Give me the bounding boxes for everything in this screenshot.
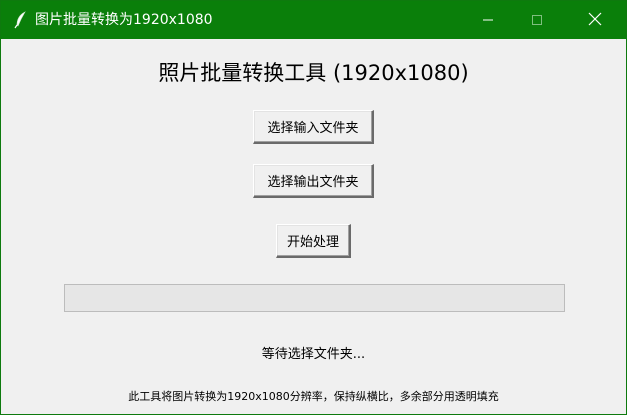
main-content: 照片批量转换工具 (1920x1080) 选择输入文件夹 选择输出文件夹 开始处… — [1, 39, 626, 414]
minimize-button[interactable] — [465, 1, 511, 39]
footer-note: 此工具将图片转换为1920x1080分辨率，保持纵横比，多余部分用透明填充 — [128, 390, 499, 403]
close-button[interactable] — [572, 1, 618, 39]
select-input-folder-button[interactable]: 选择输入文件夹 — [253, 110, 374, 144]
maximize-icon — [531, 11, 543, 30]
start-processing-button[interactable]: 开始处理 — [276, 224, 351, 258]
maximize-button[interactable] — [514, 1, 560, 39]
select-output-folder-button[interactable]: 选择输出文件夹 — [253, 164, 374, 198]
progress-bar — [64, 284, 565, 312]
window-title: 图片批量转换为1920x1080 — [35, 12, 213, 28]
close-icon — [588, 11, 602, 30]
app-heading: 照片批量转换工具 (1920x1080) — [158, 61, 469, 85]
title-bar[interactable]: 图片批量转换为1920x1080 — [1, 1, 626, 39]
app-window: 图片批量转换为1920x1080 照片批量转换工具 (1920x1080) 选择… — [0, 0, 627, 415]
feather-icon — [13, 11, 29, 29]
status-label: 等待选择文件夹... — [261, 347, 366, 362]
minimize-icon — [482, 11, 494, 30]
